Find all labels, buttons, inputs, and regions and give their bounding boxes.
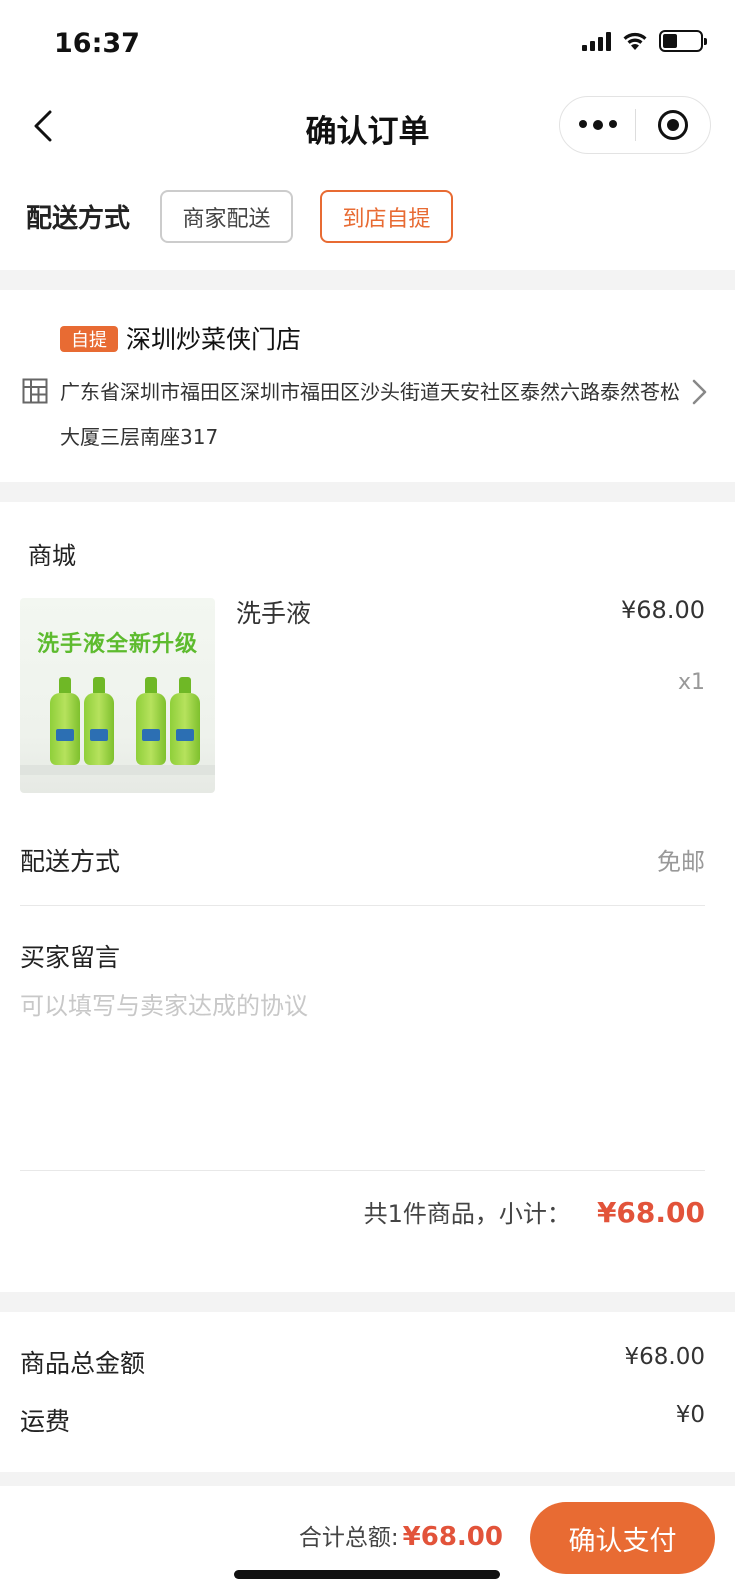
footer-total-amount: ¥68.00 [402,1522,503,1552]
store-address: 广东省深圳市福田区深圳市福田区沙头街道天安社区泰然六路泰然苍松大厦三层南座317 [60,380,680,449]
buyer-note-input[interactable] [20,986,700,1136]
shop-label: 商城 [28,542,76,570]
goods-total-label: 商品总金额 [20,1349,146,1378]
shipping-row: 配送方式 免邮 [20,820,705,906]
shelf-graphic [20,765,215,775]
shipping-label: 配送方式 [20,847,121,876]
pickup-store-card[interactable]: 自提 深圳炒菜侠门店 广东省深圳市福田区深圳市福田区沙头街道天安社区泰然六路泰然… [0,290,735,482]
buyer-note-label: 买家留言 [20,943,121,972]
footer-total: 合计总额: ¥68.00 [299,1518,503,1552]
chevron-right-icon [692,379,707,405]
delivery-method-label: 配送方式 [26,204,131,234]
navigation-bar: 确认订单 [0,88,735,168]
bottle-graphic [170,677,200,765]
product-quantity: x1 [677,670,705,695]
shipping-value: 免邮 [657,848,705,876]
status-bar: 16:37 [0,0,735,88]
more-options-icon[interactable] [560,120,635,130]
close-mini-program-button[interactable] [636,110,710,140]
wifi-icon [623,32,647,50]
subtotal-row: 共1件商品，小计： ¥68.00 [364,1194,705,1229]
store-name: 深圳炒菜侠门店 [126,325,302,354]
status-time: 16:37 [54,28,140,59]
home-indicator [234,1570,500,1579]
order-card: 商城 洗手液全新升级 洗手液 ¥68.00 x1 配送方式 免邮 买家留言 共1… [0,502,735,1292]
freight-label: 运费 [20,1407,71,1436]
subtotal-text: 共1件商品，小计： [363,1200,571,1228]
freight-value: ¥0 [675,1402,705,1428]
confirm-pay-button[interactable]: 确认支付 [530,1502,715,1574]
merchant-delivery-option[interactable]: 商家配送 [160,190,293,243]
bottle-graphic [136,677,166,765]
subtotal-amount: ¥68.00 [596,1196,705,1229]
target-icon [657,110,688,140]
battery-icon [659,30,707,52]
bottle-graphic [84,677,114,765]
totals-card: 商品总金额 ¥68.00 运费 ¥0 [0,1312,735,1472]
delivery-method-selector: 配送方式 商家配送 到店自提 [0,168,735,270]
product-image-promo-text: 洗手液全新升级 [36,632,198,657]
building-icon [22,378,48,404]
goods-total-value: ¥68.00 [624,1344,705,1370]
goods-total-row: 商品总金额 ¥68.00 [20,1340,705,1380]
bottle-graphic [50,677,80,765]
mini-program-capsule [559,96,711,154]
freight-row: 运费 ¥0 [20,1398,705,1438]
store-pickup-option[interactable]: 到店自提 [320,190,453,243]
product-name: 洗手液 [236,599,312,628]
product-price: ¥68.00 [621,596,705,624]
divider [20,1170,705,1171]
cellular-signal-icon [582,31,611,51]
footer-total-label: 合计总额: [298,1525,399,1551]
status-icons [582,30,707,52]
pickup-badge: 自提 [60,326,118,352]
product-image[interactable]: 洗手液全新升级 [20,598,215,793]
